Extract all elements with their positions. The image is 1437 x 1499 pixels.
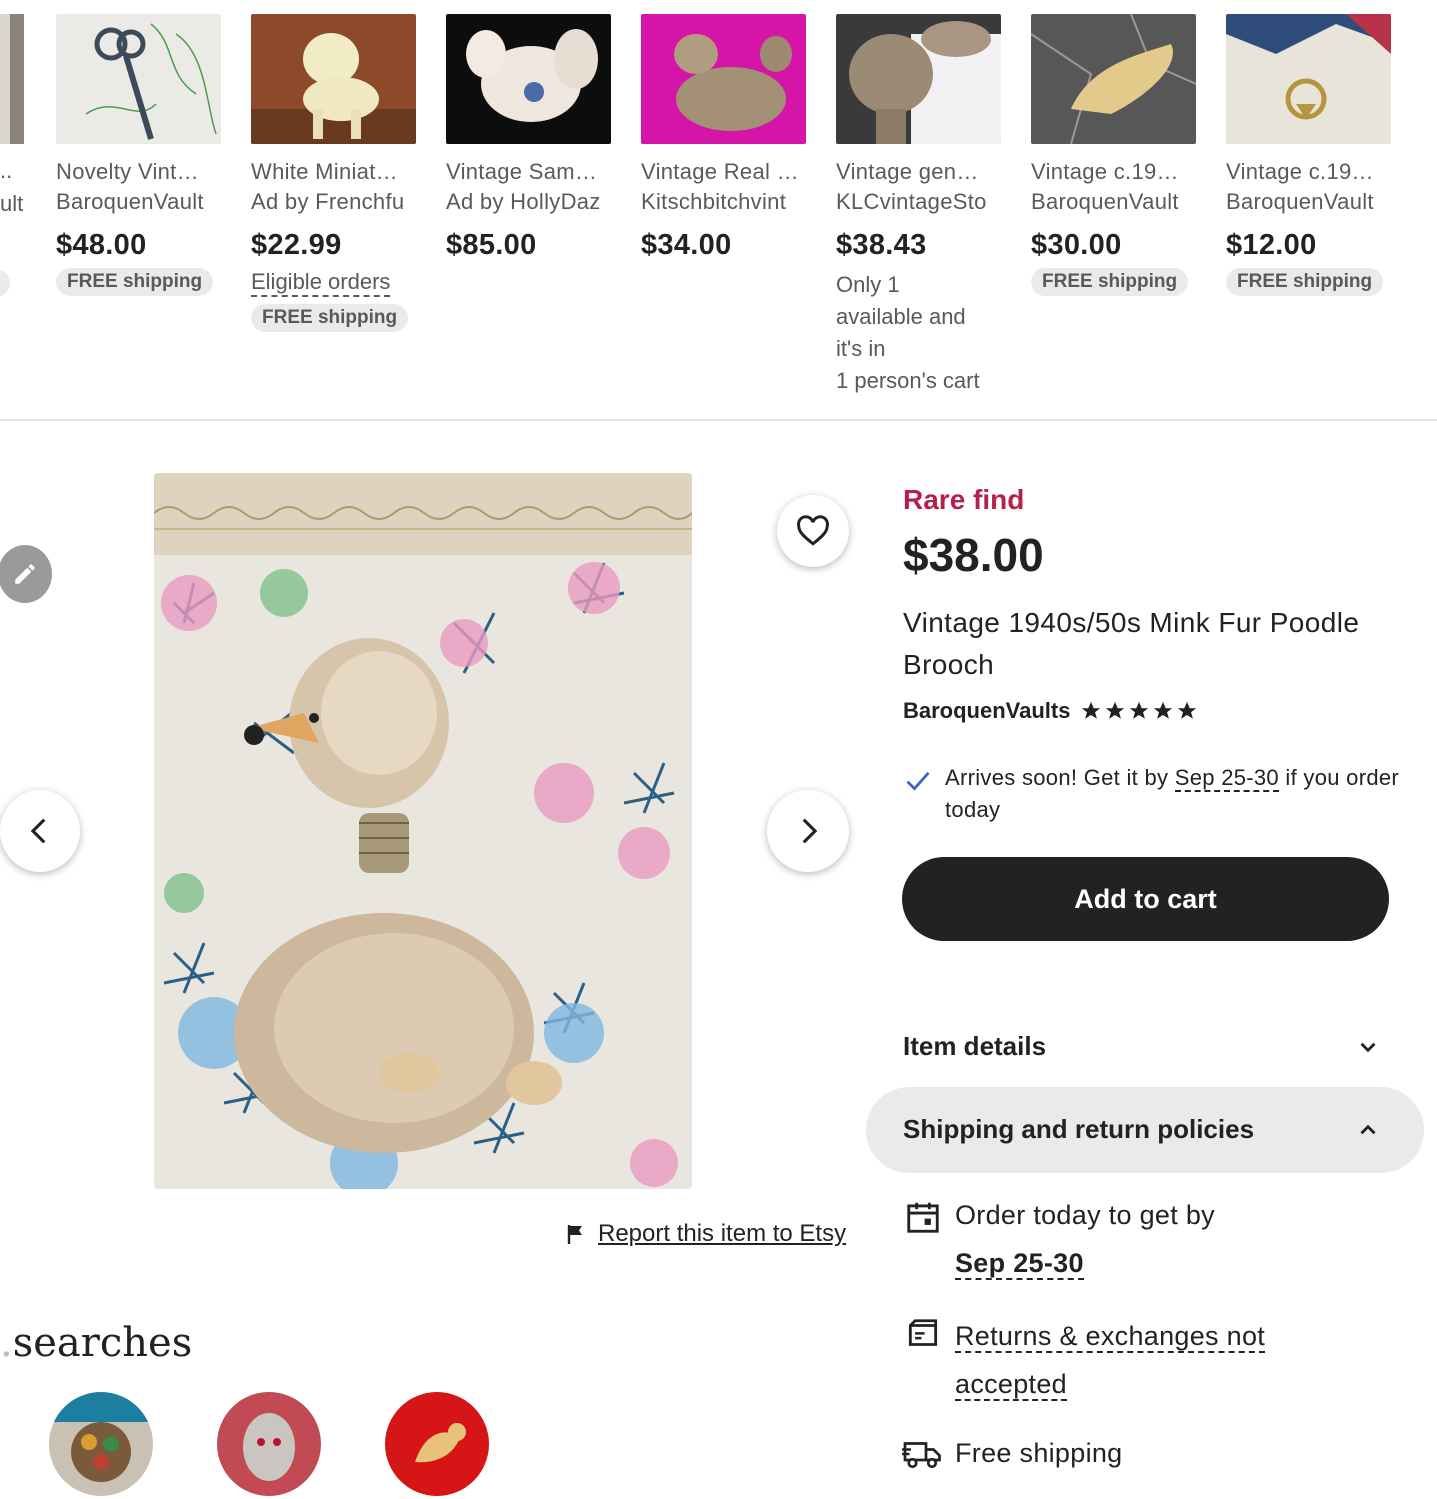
returns-policy-link-line1[interactable]: Returns & exchanges not <box>955 1321 1266 1353</box>
free-shipping-badge: FREE shipping <box>1226 268 1384 296</box>
returns-policy-link-line2[interactable]: accepted <box>955 1369 1067 1401</box>
delivery-date-link[interactable]: Sep 25-30 <box>955 1248 1084 1280</box>
shop-name-link[interactable]: BaroquenVaults <box>903 698 1070 724</box>
product-price: $85.00 <box>446 229 537 261</box>
free-shipping-badge: FREE shipping <box>251 304 409 332</box>
star-icon <box>1106 701 1125 719</box>
partial-product-shop: ult <box>0 191 24 216</box>
order-today-text: Order today to get by <box>955 1200 1215 1230</box>
product-thumbnail[interactable] <box>446 14 611 144</box>
star-icon <box>1130 701 1149 719</box>
product-shop: BaroquenVault <box>56 189 204 214</box>
item-details-toggle[interactable]: Item details <box>903 1031 1381 1062</box>
related-search-thumb[interactable] <box>217 1392 321 1496</box>
chevron-down-icon <box>1360 1042 1376 1052</box>
partial-product-thumb[interactable] <box>0 14 24 144</box>
partial-badge <box>0 269 10 297</box>
next-image-button[interactable] <box>767 790 849 872</box>
product-shop: BaroquenVault <box>1226 189 1374 214</box>
item-details-label: Item details <box>903 1031 1047 1061</box>
related-searches-heading: .searches <box>0 1320 193 1366</box>
product-thumbnail[interactable] <box>1226 14 1391 144</box>
product-title[interactable]: Vintage Sam… <box>446 159 611 189</box>
product-price: $30.00 <box>1031 229 1122 261</box>
listing-title: Vintage 1940s/50s Mink Fur Poodle Brooch <box>903 607 1360 680</box>
edit-button[interactable] <box>0 545 52 603</box>
product-price: $34.00 <box>641 229 732 261</box>
product-card[interactable]: Vintage c.19… BaroquenVault $12.00 FREE … <box>1226 14 1391 296</box>
product-card[interactable]: Vintage Sam… Ad by HollyDaz $85.00 <box>446 14 611 267</box>
product-card[interactable]: Vintage gen… KLCvintageSto $38.43 Only 1… <box>836 14 1001 397</box>
calendar-icon <box>907 1202 939 1233</box>
heart-icon <box>797 515 829 546</box>
product-card[interactable]: White Miniat… Ad by Frenchfu $22.99 Elig… <box>251 14 416 332</box>
arrival-date[interactable]: Sep 25-30 <box>1174 765 1279 792</box>
rare-find-label: Rare find <box>903 484 1025 515</box>
product-title[interactable]: Vintage gen… <box>836 159 1001 189</box>
product-card[interactable]: Vintage c.19… BaroquenVault $30.00 FREE … <box>1031 14 1196 296</box>
listing-price: $38.00 <box>903 529 1044 581</box>
delivery-truck-icon <box>902 1442 941 1469</box>
product-thumbnail[interactable] <box>641 14 806 144</box>
stock-notice: Only 1 available and it's in 1 person's … <box>836 272 980 393</box>
product-price: $48.00 <box>56 229 147 261</box>
product-thumbnail[interactable] <box>251 14 416 144</box>
rating-stars <box>1080 700 1198 722</box>
checkmark-icon <box>906 771 930 791</box>
star-icon <box>1154 701 1173 719</box>
product-title[interactable]: White Miniat… <box>251 159 416 189</box>
product-title[interactable]: Vintage c.19… <box>1226 159 1391 189</box>
shipping-policies-header[interactable]: Shipping and return policies <box>903 1114 1381 1145</box>
product-thumbnail[interactable] <box>836 14 1001 144</box>
product-shop: Ad by Frenchfu <box>251 189 405 214</box>
free-shipping-badge: FREE shipping <box>1031 268 1189 296</box>
pencil-icon <box>15 564 35 584</box>
product-price: $22.99 <box>251 229 342 261</box>
report-item-text[interactable]: Report this item to Etsy <box>598 1220 846 1248</box>
flag-icon <box>567 1225 582 1244</box>
product-price: $12.00 <box>1226 229 1317 261</box>
product-title[interactable]: Vintage c.19… <box>1031 159 1196 189</box>
free-shipping-badge: FREE shipping <box>56 268 214 296</box>
star-icon <box>1178 701 1197 719</box>
chevron-up-icon <box>1360 1124 1376 1134</box>
listing-main-image[interactable] <box>154 473 692 1189</box>
chevron-left-icon <box>30 818 46 844</box>
product-title[interactable]: Vintage Real … <box>641 159 806 189</box>
shop-info: BaroquenVaults <box>903 698 1198 724</box>
product-card[interactable]: Vintage Real … Kitschbitchvint $34.00 <box>641 14 806 267</box>
return-box-icon <box>908 1319 938 1346</box>
product-thumbnail[interactable] <box>1031 14 1196 144</box>
arrival-estimate: Arrives soon! Get it by Sep 25-30 if you… <box>945 765 1400 822</box>
add-to-cart-button[interactable]: Add to cart <box>902 857 1389 941</box>
star-icon <box>1082 701 1101 719</box>
prev-image-button[interactable] <box>0 790 80 872</box>
product-shop: Kitschbitchvint <box>641 189 787 214</box>
product-title[interactable]: Novelty Vint… <box>56 159 221 189</box>
eligible-orders-link[interactable]: Eligible orders <box>251 269 391 297</box>
chevron-right-icon <box>802 818 818 844</box>
product-thumbnail[interactable] <box>56 14 221 144</box>
product-shop: KLCvintageSto <box>836 189 987 214</box>
free-shipping-text: Free shipping <box>955 1438 1123 1468</box>
product-card[interactable]: Novelty Vint… BaroquenVault $48.00 FREE … <box>56 14 221 296</box>
report-item-link[interactable]: Report this item to Etsy <box>566 1220 846 1248</box>
section-divider <box>0 419 1437 421</box>
related-search-thumb[interactable] <box>385 1392 489 1496</box>
favorite-button[interactable] <box>777 495 849 567</box>
partial-product-title: .. <box>0 158 13 183</box>
product-price: $38.43 <box>836 229 927 261</box>
shipping-policies-label: Shipping and return policies <box>903 1114 1255 1144</box>
related-search-thumb[interactable] <box>49 1392 153 1496</box>
product-shop: BaroquenVault <box>1031 189 1179 214</box>
product-shop: Ad by HollyDaz <box>446 189 601 214</box>
